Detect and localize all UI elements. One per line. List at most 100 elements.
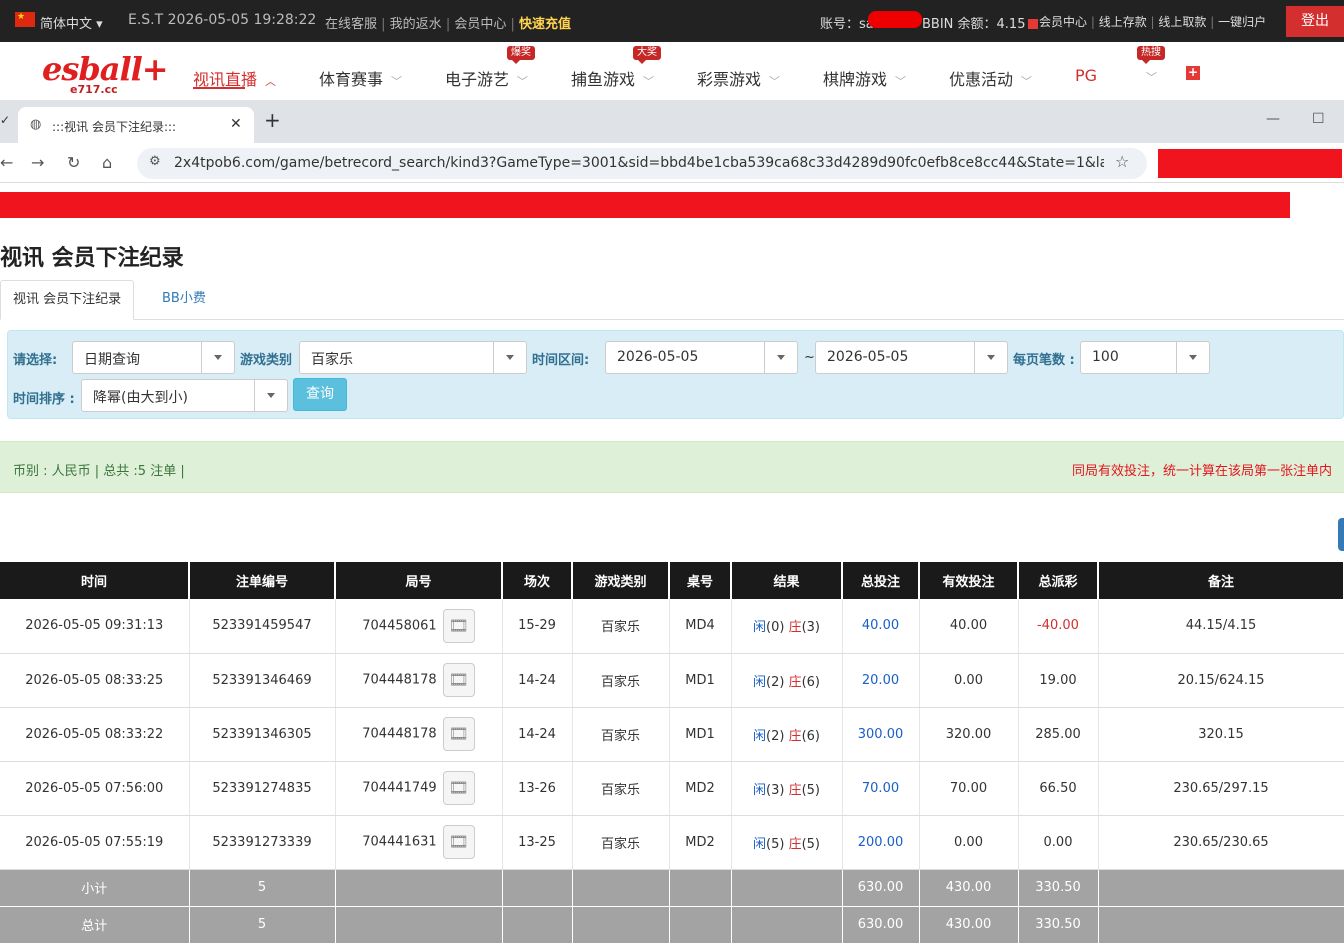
cell-time: 2026-05-05 07:55:19 bbox=[0, 815, 190, 870]
date-to-select[interactable]: 2026-05-05 bbox=[815, 341, 1008, 374]
col-total-bet: 总投注 bbox=[842, 562, 920, 599]
round-number: 704441631 bbox=[362, 834, 437, 850]
sort-select[interactable]: 降幂(由大到小) bbox=[81, 379, 288, 412]
date-from-select[interactable]: 2026-05-05 bbox=[605, 341, 798, 374]
nav-sports[interactable]: 体育赛事 ﹀ bbox=[319, 66, 402, 90]
sort-label: 时间排序 : bbox=[13, 392, 75, 407]
query-type-select[interactable]: 日期查询 bbox=[72, 341, 235, 374]
game-type-select[interactable]: 百家乐 bbox=[299, 341, 527, 374]
result-banker: 庄 bbox=[788, 836, 802, 852]
china-flag-icon[interactable] bbox=[15, 12, 35, 27]
cell-result[interactable]: 闲(2) 庄(6) bbox=[731, 707, 843, 762]
grandtotal-valid: 430.00 bbox=[919, 906, 1019, 944]
url-field[interactable]: ⚙ 2x4tpob6.com/game/betrecord_search/kin… bbox=[137, 148, 1147, 179]
video-replay-icon[interactable]: 🎞 bbox=[442, 771, 475, 805]
forward-icon[interactable]: → bbox=[31, 153, 44, 172]
new-tab-icon[interactable]: + bbox=[264, 108, 281, 132]
cell-total-bet[interactable]: 70.00 bbox=[842, 761, 920, 816]
tab-search-icon[interactable]: ✓ bbox=[0, 113, 10, 127]
back-icon[interactable]: ← bbox=[0, 153, 13, 172]
maximize-icon[interactable]: ☐ bbox=[1312, 111, 1325, 127]
nav-lottery[interactable]: 彩票游戏 ﹀ bbox=[697, 66, 780, 90]
close-tab-icon[interactable]: ✕ bbox=[230, 116, 242, 132]
cell-total-bet[interactable]: 300.00 bbox=[842, 707, 920, 762]
query-button[interactable]: 查询 bbox=[293, 378, 347, 411]
cell-result[interactable]: 闲(3) 庄(5) bbox=[731, 761, 843, 816]
bookmark-star-icon[interactable]: ☆ bbox=[1115, 152, 1129, 171]
video-replay-icon[interactable]: 🎞 bbox=[442, 663, 475, 697]
account-redaction bbox=[868, 11, 922, 28]
nav-pg[interactable]: PG bbox=[1075, 66, 1097, 85]
link-rebate[interactable]: 我的返水 bbox=[390, 17, 442, 32]
side-tab[interactable] bbox=[1338, 518, 1344, 551]
link-deposit[interactable]: 线上存款 bbox=[1099, 15, 1147, 29]
link-member-center-2[interactable]: 会员中心 bbox=[1039, 15, 1087, 29]
round-number: 704458061 bbox=[362, 618, 437, 634]
nav-label: 电子游艺 bbox=[445, 70, 510, 89]
separator: | bbox=[1090, 15, 1099, 29]
cell-result[interactable]: 闲(5) 庄(5) bbox=[731, 815, 843, 870]
col-game: 游戏类别 bbox=[572, 562, 670, 599]
nav-fishing[interactable]: 捕鱼游戏 ﹀ bbox=[571, 66, 654, 90]
logout-button[interactable]: 登出 bbox=[1286, 6, 1344, 37]
result-banker: 庄 bbox=[788, 728, 802, 744]
per-page-select[interactable]: 100 bbox=[1080, 341, 1210, 374]
nav-hot-search[interactable]: ﹀ bbox=[1138, 66, 1157, 85]
caret-down-icon bbox=[493, 342, 526, 373]
cell-table: MD4 bbox=[669, 599, 732, 654]
cell-table: MD1 bbox=[669, 653, 732, 708]
cell-round: 704448178 🎞 bbox=[335, 707, 503, 762]
cell-result[interactable]: 闲(0) 庄(3) bbox=[731, 599, 843, 654]
refresh-icon[interactable] bbox=[1028, 19, 1039, 29]
link-customer-service[interactable]: 在线客服 bbox=[325, 17, 377, 32]
plus-icon[interactable]: + bbox=[1186, 66, 1200, 80]
select-value: 100 bbox=[1092, 349, 1119, 365]
cell-bet-id: 523391459547 bbox=[189, 599, 336, 654]
link-quick-recharge[interactable]: 快速充值 bbox=[519, 17, 571, 32]
globe-icon: ◍ bbox=[30, 117, 42, 132]
tab-live-bet-record[interactable]: 视讯 会员下注纪录 bbox=[0, 280, 135, 320]
round-number: 704448178 bbox=[362, 672, 437, 688]
minimize-icon[interactable]: — bbox=[1266, 111, 1280, 127]
cell-time: 2026-05-05 08:33:22 bbox=[0, 707, 190, 762]
cell-bet-id: 523391273339 bbox=[189, 815, 336, 870]
nav-promotions[interactable]: 优惠活动 ﹀ bbox=[949, 66, 1032, 90]
empty-cell bbox=[572, 906, 670, 944]
cell-note: 20.15/624.15 bbox=[1098, 653, 1344, 708]
reload-icon[interactable]: ↻ bbox=[67, 153, 80, 172]
subtotal-label: 小计 bbox=[0, 869, 190, 907]
subtotal-total: 630.00 bbox=[842, 869, 920, 907]
empty-cell bbox=[335, 906, 503, 944]
video-replay-icon[interactable]: 🎞 bbox=[442, 717, 475, 751]
cell-time: 2026-05-05 09:31:13 bbox=[0, 599, 190, 654]
cell-total-bet[interactable]: 20.00 bbox=[842, 653, 920, 708]
link-member-center[interactable]: 会员中心 bbox=[454, 17, 506, 32]
game-type-label: 游戏类别 bbox=[240, 353, 293, 368]
cell-session: 15-29 bbox=[502, 599, 573, 654]
video-replay-icon[interactable]: 🎞 bbox=[442, 608, 475, 643]
result-player-points: (2) bbox=[766, 728, 785, 744]
tab-bb-tips[interactable]: BB小费 bbox=[150, 280, 218, 320]
link-withdraw[interactable]: 线上取款 bbox=[1158, 15, 1206, 29]
home-icon[interactable]: ⌂ bbox=[102, 153, 112, 172]
language-selector[interactable]: 简体中文 ▾ bbox=[40, 13, 103, 32]
empty-cell bbox=[1098, 869, 1344, 907]
result-banker-points: (5) bbox=[801, 836, 820, 852]
site-info-icon[interactable]: ⚙ bbox=[149, 154, 161, 169]
cell-total-bet[interactable]: 40.00 bbox=[842, 599, 920, 654]
cell-table: MD2 bbox=[669, 761, 732, 816]
nav-slots[interactable]: 电子游艺 ﹀ bbox=[445, 66, 528, 90]
cell-result[interactable]: 闲(2) 庄(6) bbox=[731, 653, 843, 708]
video-replay-icon[interactable]: 🎞 bbox=[442, 825, 475, 859]
chevron-down-icon: ﹀ bbox=[517, 75, 529, 88]
cell-total-bet[interactable]: 200.00 bbox=[842, 815, 920, 870]
link-collect-all[interactable]: 一键归户 bbox=[1218, 15, 1266, 29]
col-result: 结果 bbox=[731, 562, 843, 599]
cell-payout: -40.00 bbox=[1018, 599, 1099, 654]
cell-note: 320.15 bbox=[1098, 707, 1344, 762]
cell-session: 13-25 bbox=[502, 815, 573, 870]
browser-tab[interactable]: ◍ :::视讯 会员下注纪录::: ✕ bbox=[18, 107, 254, 143]
nav-board-games[interactable]: 棋牌游戏 ﹀ bbox=[823, 66, 906, 90]
summary-bar: 币别 : 人民币 | 总共 :5 注单 | 同局有效投注，统一计算在该局第一张注… bbox=[0, 441, 1344, 493]
nav-label: 棋牌游戏 bbox=[823, 70, 888, 89]
